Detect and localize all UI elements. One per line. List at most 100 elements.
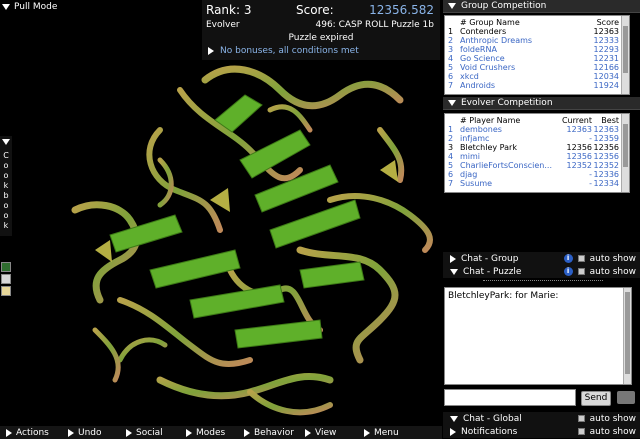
- chevron-down-icon: [2, 139, 10, 145]
- chat-group-row[interactable]: Chat - Group i auto show: [443, 252, 640, 265]
- table-header: # Player Name Current Best: [448, 116, 619, 125]
- bottom-menu-bar: Actions Undo Social Modes Behavior View …: [0, 426, 442, 439]
- header-group-name: # Group Name: [460, 18, 520, 27]
- chat-global-label: Chat - Global: [463, 413, 522, 424]
- row-rank: 5: [448, 161, 454, 170]
- menu-view[interactable]: View: [305, 428, 336, 438]
- row-best: 12363: [593, 125, 619, 134]
- chat-global-row[interactable]: Chat - Global auto show: [443, 412, 640, 425]
- recipe-icon[interactable]: [1, 262, 11, 272]
- chevron-right-icon: [126, 429, 132, 437]
- resize-handle[interactable]: [483, 280, 603, 282]
- menu-behavior[interactable]: Behavior: [244, 428, 294, 438]
- chevron-right-icon: [364, 429, 370, 437]
- table-row[interactable]: 6 xkcd 12034: [448, 72, 619, 81]
- table-row[interactable]: 4 mimi 12356 12356: [448, 152, 619, 161]
- row-current: 12356: [566, 152, 592, 161]
- chevron-right-icon: [244, 429, 250, 437]
- row-best: 12336: [593, 170, 619, 179]
- camera-icon[interactable]: [617, 391, 635, 404]
- auto-show-label: auto show: [589, 253, 636, 264]
- evolver-competition-header[interactable]: Evolver Competition: [443, 97, 640, 110]
- row-name: djag: [460, 170, 478, 179]
- row-name: Contenders: [460, 27, 507, 36]
- menu-social[interactable]: Social: [126, 428, 163, 438]
- protein-viewport[interactable]: [0, 0, 442, 426]
- cookbook-letter: o: [3, 211, 9, 220]
- info-icon[interactable]: i: [563, 267, 573, 276]
- notes-icon[interactable]: [1, 274, 11, 284]
- row-rank: 4: [448, 152, 454, 161]
- row-rank: 3: [448, 143, 454, 152]
- evolver-competition-title: Evolver Competition: [461, 98, 553, 108]
- row-rank: 6: [448, 170, 454, 179]
- info-icon[interactable]: i: [563, 254, 573, 263]
- group-competition-header[interactable]: Group Competition: [443, 0, 640, 13]
- row-rank: 5: [448, 63, 454, 72]
- table-row[interactable]: 7 Androids 11924: [448, 81, 619, 90]
- chevron-down-icon: [2, 4, 10, 10]
- row-rank: 7: [448, 81, 454, 90]
- rank-label: Rank: 3: [206, 3, 252, 17]
- chat-puzzle-row[interactable]: Chat - Puzzle i auto show: [443, 265, 640, 278]
- menu-actions[interactable]: Actions: [6, 428, 49, 438]
- group-competition-table[interactable]: # Group Name Score 1 Contenders 12363 2 Anth…: [444, 15, 630, 95]
- table-row[interactable]: 5 Void Crushers 12166: [448, 63, 619, 72]
- table-row[interactable]: 5 CharlieFortsConscien... 12352 12352: [448, 161, 619, 170]
- menu-menu[interactable]: Menu: [364, 428, 399, 438]
- cookbook-letter: o: [3, 161, 9, 170]
- row-name: mimi: [460, 152, 481, 161]
- table-row[interactable]: 6 djag -12336: [448, 170, 619, 179]
- send-button[interactable]: Send: [581, 391, 611, 406]
- header-player-name: # Player Name: [460, 116, 521, 125]
- notifications-row[interactable]: Notifications auto show: [443, 425, 640, 438]
- row-current: 12352: [566, 161, 592, 170]
- table-row[interactable]: 4 Go Science 12231: [448, 54, 619, 63]
- social-panel: Group Competition # Group Name Score 1 Co…: [443, 0, 640, 438]
- chat-input[interactable]: [444, 389, 576, 406]
- evolver-scrollbar[interactable]: [621, 114, 629, 192]
- cookbook-letter: k: [3, 221, 9, 230]
- row-rank: 1: [448, 125, 454, 134]
- table-row[interactable]: 2 infjamc -12359: [448, 134, 619, 143]
- menu-modes[interactable]: Modes: [186, 428, 225, 438]
- notifications-label: Notifications: [461, 426, 518, 437]
- chevron-right-icon: [208, 47, 214, 55]
- chevron-right-icon: [450, 427, 456, 436]
- table-row[interactable]: 1 Contenders 12363: [448, 27, 619, 36]
- auto-show-checkbox[interactable]: [577, 268, 585, 275]
- group-competition-title: Group Competition: [461, 1, 547, 11]
- pull-mode-toggle[interactable]: Pull Mode: [2, 2, 57, 12]
- row-best: 12352: [593, 161, 619, 170]
- table-row[interactable]: 3 foldeRNA 12293: [448, 45, 619, 54]
- chat-scrollbar[interactable]: [623, 288, 631, 384]
- protein-structure[interactable]: [0, 0, 442, 426]
- row-best: 12334: [593, 179, 619, 188]
- row-rank: 6: [448, 72, 454, 81]
- bonus-toggle[interactable]: No bonuses, all conditions met: [208, 46, 359, 56]
- auto-show-checkbox[interactable]: [577, 415, 585, 422]
- edit-icon[interactable]: [1, 286, 11, 296]
- row-score: 11924: [593, 81, 619, 90]
- auto-show-checkbox[interactable]: [577, 428, 585, 435]
- table-row[interactable]: 7 Susume -12334: [448, 179, 619, 188]
- group-scrollbar[interactable]: [621, 16, 629, 94]
- table-row[interactable]: 2 Anthropic Dreams 12333: [448, 36, 619, 45]
- row-rank: 2: [448, 134, 454, 143]
- menu-undo[interactable]: Undo: [68, 428, 102, 438]
- evolver-competition-table[interactable]: # Player Name Current Best 1 dembones 1236…: [444, 113, 630, 193]
- puzzle-status: Puzzle expired: [288, 33, 354, 43]
- row-rank: 4: [448, 54, 454, 63]
- row-name: infjamc: [460, 134, 490, 143]
- chevron-right-icon: [68, 429, 74, 437]
- row-name: Anthropic Dreams: [460, 36, 533, 45]
- table-row[interactable]: 1 dembones 12363 12363: [448, 125, 619, 134]
- chat-puzzle-label: Chat - Puzzle: [463, 266, 522, 277]
- header-current: Current: [561, 116, 592, 125]
- table-row[interactable]: 3 Bletchley Park 12356 12356: [448, 143, 619, 152]
- row-name: Susume: [460, 179, 493, 188]
- auto-show-checkbox[interactable]: [577, 255, 585, 262]
- row-name: xkcd: [460, 72, 479, 81]
- menu-label: Modes: [196, 428, 226, 438]
- cookbook-tab[interactable]: Cookbook: [0, 136, 12, 236]
